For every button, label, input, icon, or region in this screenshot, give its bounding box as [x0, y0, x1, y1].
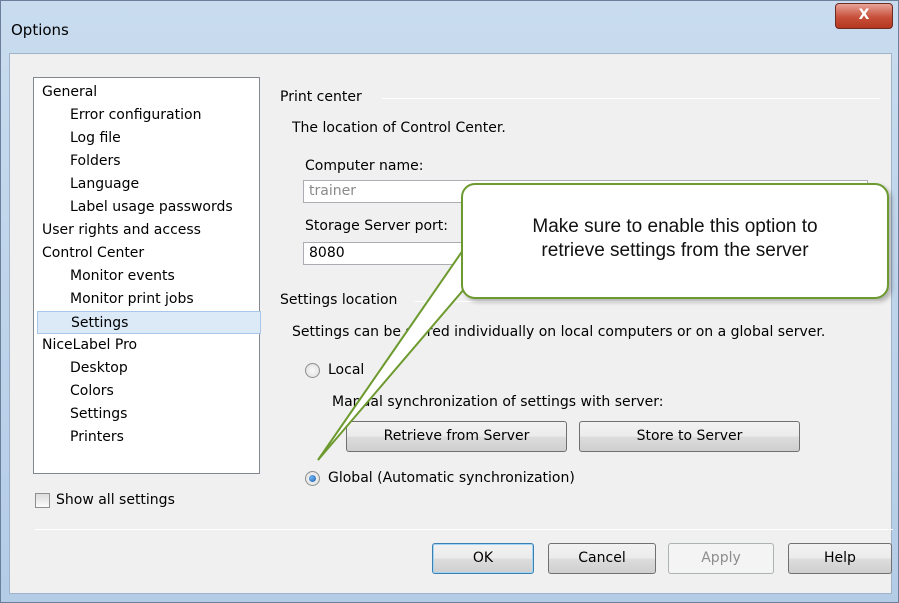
options-window: Options X General Error configuration Lo…: [0, 0, 899, 603]
local-radio-label: Local: [328, 362, 365, 378]
print-center-divider: [382, 98, 880, 99]
cancel-button[interactable]: Cancel: [548, 543, 656, 574]
settings-location-group-title: Settings location: [280, 292, 398, 308]
local-radio[interactable]: [305, 362, 320, 378]
tree-item-folders[interactable]: Folders: [70, 150, 121, 173]
tree-item-control-center[interactable]: Control Center: [42, 242, 144, 265]
annotation-callout: Make sure to enable this option to retri…: [461, 183, 889, 299]
store-to-server-button[interactable]: Store to Server: [579, 421, 800, 452]
footer-separator: [35, 529, 893, 530]
tree-item-monitor-print-jobs[interactable]: Monitor print jobs: [70, 288, 194, 311]
apply-button[interactable]: Apply: [668, 543, 774, 574]
tree-item-log-file[interactable]: Log file: [70, 127, 121, 150]
close-button[interactable]: X: [835, 3, 893, 29]
checkbox-box[interactable]: [35, 492, 50, 508]
tree-item-general[interactable]: General: [42, 81, 97, 104]
settings-location-divider: [415, 301, 880, 302]
tree-item-error-configuration[interactable]: Error configuration: [70, 104, 201, 127]
print-center-description: The location of Control Center.: [292, 120, 506, 136]
tree-item-user-rights[interactable]: User rights and access: [42, 219, 201, 242]
storage-server-port-label: Storage Server port:: [305, 218, 449, 234]
computer-name-label: Computer name:: [305, 158, 424, 174]
global-radio-label: Global (Automatic synchronization): [328, 470, 575, 486]
show-all-settings-label: Show all settings: [56, 492, 175, 508]
tree-item-control-center-settings[interactable]: Settings: [37, 311, 261, 334]
dialog-client-area: General Error configuration Log file Fol…: [9, 53, 893, 594]
tree-item-nicelabel-pro[interactable]: NiceLabel Pro: [42, 334, 137, 357]
global-radio[interactable]: [305, 470, 320, 486]
local-radio-option[interactable]: Local: [305, 362, 364, 378]
retrieve-from-server-button[interactable]: Retrieve from Server: [346, 421, 567, 452]
callout-line-1: Make sure to enable this option to: [532, 216, 818, 237]
callout-text: Make sure to enable this option to retri…: [463, 215, 887, 263]
manual-sync-label: Manual synchronization of settings with …: [332, 394, 664, 410]
print-center-group-title: Print center: [280, 89, 362, 105]
show-all-settings-checkbox[interactable]: Show all settings: [35, 490, 175, 510]
tree-item-colors[interactable]: Colors: [70, 380, 114, 403]
tree-item-nicelabel-settings[interactable]: Settings: [70, 403, 127, 426]
window-title: Options: [11, 21, 69, 39]
callout-line-2: retrieve settings from the server: [541, 240, 809, 261]
settings-tree[interactable]: General Error configuration Log file Fol…: [33, 77, 261, 474]
tree-item-monitor-events[interactable]: Monitor events: [70, 265, 175, 288]
tree-item-label-usage-passwords[interactable]: Label usage passwords: [70, 196, 233, 219]
tree-item-desktop[interactable]: Desktop: [70, 357, 128, 380]
help-button[interactable]: Help: [788, 543, 892, 574]
global-radio-option[interactable]: Global (Automatic synchronization): [305, 470, 575, 486]
settings-location-description: Settings can be stored individually on l…: [292, 324, 826, 340]
close-icon: X: [858, 7, 870, 23]
ok-button[interactable]: OK: [432, 543, 534, 574]
tree-item-printers[interactable]: Printers: [70, 426, 124, 449]
tree-item-language[interactable]: Language: [70, 173, 139, 196]
